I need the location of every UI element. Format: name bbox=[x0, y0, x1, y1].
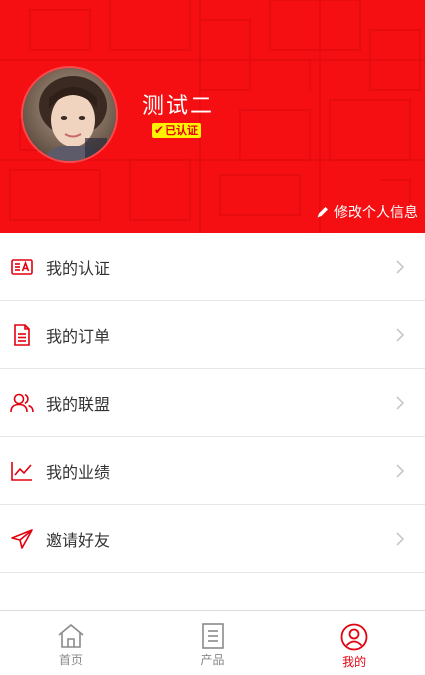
bottom-tab-bar: 首页 产品 我的 bbox=[0, 610, 425, 675]
menu-item-label: 我的业绩 bbox=[46, 462, 111, 482]
tab-label: 我的 bbox=[342, 655, 367, 669]
tab-label: 首页 bbox=[58, 653, 83, 667]
edit-profile-link[interactable]: 修改个人信息 bbox=[316, 202, 418, 222]
profile-screen: 测试二 ✔ 已认证 修改个人信息 我的认证 我的订单 我的联盟 我的业绩 邀请好… bbox=[0, 0, 425, 675]
menu-item-my-alliance[interactable]: 我的联盟 bbox=[0, 369, 425, 437]
tab-products[interactable]: 产品 bbox=[142, 611, 284, 675]
chevron-right-icon bbox=[396, 531, 405, 546]
trend-chart-icon bbox=[10, 459, 34, 483]
user-circle-icon bbox=[340, 623, 368, 651]
profile-menu: 我的认证 我的订单 我的联盟 我的业绩 邀请好友 bbox=[0, 233, 425, 573]
menu-item-my-orders[interactable]: 我的订单 bbox=[0, 301, 425, 369]
verified-badge: ✔ 已认证 bbox=[152, 123, 202, 138]
avatar[interactable] bbox=[21, 66, 118, 163]
chevron-right-icon bbox=[396, 327, 405, 342]
avatar-photo bbox=[23, 68, 116, 161]
chevron-right-icon bbox=[396, 463, 405, 478]
menu-item-my-certification[interactable]: 我的认证 bbox=[0, 233, 425, 301]
checkmark-icon: ✔ bbox=[154, 123, 165, 137]
menu-item-my-performance[interactable]: 我的业绩 bbox=[0, 437, 425, 505]
menu-item-invite-friends[interactable]: 邀请好友 bbox=[0, 505, 425, 573]
tab-home[interactable]: 首页 bbox=[0, 611, 142, 675]
chevron-right-icon bbox=[396, 395, 405, 410]
product-list-icon bbox=[201, 623, 224, 649]
menu-item-label: 我的联盟 bbox=[46, 394, 111, 414]
id-card-icon bbox=[10, 255, 34, 279]
send-icon bbox=[10, 527, 34, 551]
users-icon bbox=[10, 391, 34, 415]
menu-item-label: 我的认证 bbox=[46, 258, 111, 278]
verified-label: 已认证 bbox=[165, 124, 199, 137]
tab-mine[interactable]: 我的 bbox=[283, 611, 425, 675]
profile-header: 测试二 ✔ 已认证 修改个人信息 bbox=[0, 0, 425, 233]
home-icon bbox=[58, 624, 84, 648]
menu-item-label: 邀请好友 bbox=[46, 530, 111, 550]
menu-item-label: 我的订单 bbox=[46, 326, 111, 346]
tab-label: 产品 bbox=[200, 653, 225, 667]
document-icon bbox=[10, 323, 34, 347]
username: 测试二 bbox=[142, 94, 215, 119]
chevron-right-icon bbox=[396, 259, 405, 274]
edit-profile-label: 修改个人信息 bbox=[334, 205, 418, 221]
pencil-icon bbox=[317, 207, 328, 218]
